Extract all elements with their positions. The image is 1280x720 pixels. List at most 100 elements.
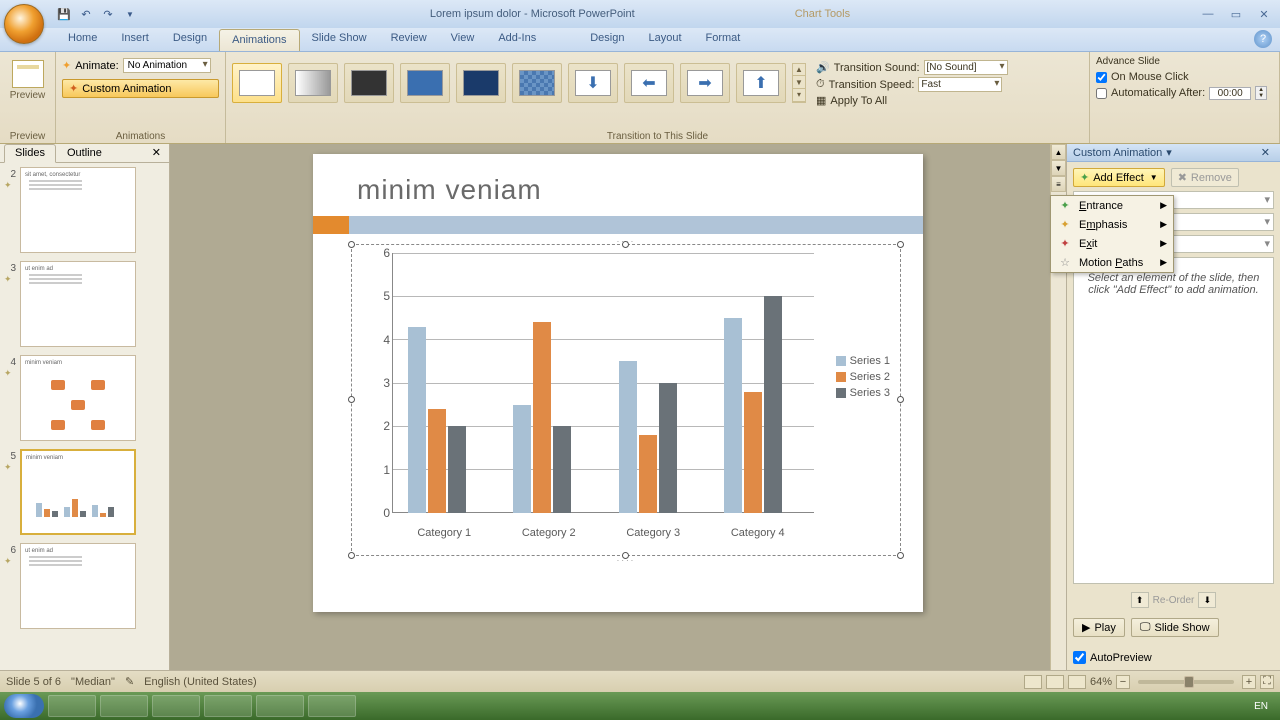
- preview-button[interactable]: [12, 60, 44, 88]
- menu-emphasis[interactable]: ✦Emphasis▶: [1051, 215, 1173, 234]
- resize-handle[interactable]: [348, 396, 355, 403]
- zoom-out-button[interactable]: −: [1116, 675, 1130, 689]
- transition-none[interactable]: [232, 63, 282, 103]
- chart-placeholder[interactable]: ···· ···· 0123456 Category 1Category 2Ca…: [351, 244, 901, 556]
- tab-design[interactable]: Design: [161, 28, 219, 51]
- slide-edit-area: ▲ ▼ ≡ minim veniam ···· ···· 0123456: [170, 144, 1066, 670]
- tab-chart-design[interactable]: Design: [578, 28, 636, 51]
- status-language[interactable]: English (United States): [144, 676, 257, 688]
- window-title: Lorem ipsum dolor - Microsoft PowerPoint…: [430, 8, 850, 20]
- slide-thumbnail[interactable]: 6✦ut enim ad: [4, 543, 165, 629]
- resize-handle[interactable]: [348, 552, 355, 559]
- slide-thumbnail[interactable]: 3✦ut enim ad: [4, 261, 165, 347]
- play-icon: ▶: [1082, 621, 1090, 634]
- spellcheck-icon[interactable]: ✎: [125, 675, 134, 688]
- status-slide-number: Slide 5 of 6: [6, 676, 61, 688]
- dropdown-arrow-icon: ▼: [1150, 173, 1158, 182]
- undo-icon[interactable]: ↶: [78, 6, 94, 22]
- help-icon[interactable]: ?: [1254, 30, 1272, 48]
- transition-cut-black[interactable]: [456, 63, 506, 103]
- tab-chart-format[interactable]: Format: [694, 28, 753, 51]
- resize-handle[interactable]: [897, 396, 904, 403]
- apply-all-icon: ▦: [816, 94, 826, 107]
- tab-view[interactable]: View: [439, 28, 487, 51]
- office-button[interactable]: [4, 4, 44, 44]
- start-button[interactable]: [4, 694, 44, 718]
- qat-dropdown-icon[interactable]: ▼: [122, 6, 138, 22]
- group-animations: ✦ Animate: No Animation ✦ Custom Animati…: [56, 52, 226, 143]
- zoom-slider[interactable]: [1138, 680, 1234, 684]
- transition-sound-dropdown[interactable]: [No Sound]: [924, 60, 1008, 75]
- auto-after-time[interactable]: 00:00: [1209, 87, 1251, 100]
- close-button[interactable]: ✕: [1252, 6, 1276, 22]
- tab-insert[interactable]: Insert: [109, 28, 161, 51]
- slide-thumbnail[interactable]: 4✦minim veniam: [4, 355, 165, 441]
- tab-chart-layout[interactable]: Layout: [636, 28, 693, 51]
- fit-window-button[interactable]: ⛶: [1260, 675, 1274, 689]
- autopreview-checkbox[interactable]: [1073, 651, 1086, 664]
- menu-motion-paths[interactable]: ☆Motion Paths▶: [1051, 253, 1173, 272]
- resize-handle[interactable]: [348, 241, 355, 248]
- maximize-button[interactable]: ▭: [1224, 6, 1248, 22]
- tab-addins[interactable]: Add-Ins: [486, 28, 548, 51]
- slideshow-view-button[interactable]: [1068, 675, 1086, 689]
- reorder-up-button[interactable]: ⬆: [1131, 592, 1149, 608]
- apply-all-button[interactable]: Apply To All: [830, 95, 887, 107]
- transition-speed-dropdown[interactable]: Fast: [918, 77, 1002, 92]
- transition-cut[interactable]: [400, 63, 450, 103]
- resize-handle[interactable]: [897, 241, 904, 248]
- minimize-button[interactable]: —: [1196, 6, 1220, 22]
- normal-view-button[interactable]: [1024, 675, 1042, 689]
- menu-exit[interactable]: ✦Exit▶: [1051, 234, 1173, 253]
- tab-slides[interactable]: Slides: [4, 144, 56, 163]
- slideshow-button[interactable]: 🖵Slide Show: [1131, 618, 1219, 637]
- transition-wipe-down[interactable]: ⬇: [568, 63, 618, 103]
- slide-thumbnail[interactable]: 5✦minim veniam: [4, 449, 165, 535]
- add-effect-menu: ✦Entrance▶ ✦Emphasis▶ ✦Exit▶ ☆Motion Pat…: [1050, 195, 1174, 273]
- transition-fade-black[interactable]: [344, 63, 394, 103]
- taskbar-powerpoint[interactable]: [204, 695, 252, 717]
- animate-dropdown[interactable]: No Animation: [123, 58, 211, 73]
- tab-animations[interactable]: Animations: [219, 29, 299, 51]
- zoom-level[interactable]: 64%: [1090, 676, 1112, 688]
- slide-title[interactable]: minim veniam: [357, 174, 542, 206]
- time-spinner[interactable]: ▲▼: [1255, 86, 1267, 100]
- slide-thumbnail[interactable]: 2✦sit amet, consectetur: [4, 167, 165, 253]
- animation-hint: Select an element of the slide, then cli…: [1073, 257, 1274, 584]
- resize-handle[interactable]: [897, 552, 904, 559]
- sorter-view-button[interactable]: [1046, 675, 1064, 689]
- tab-home[interactable]: Home: [56, 28, 109, 51]
- custom-animation-button[interactable]: ✦ Custom Animation: [62, 79, 219, 98]
- taskbar-media[interactable]: [152, 695, 200, 717]
- save-icon[interactable]: 💾: [56, 6, 72, 22]
- group-advance-slide: Advance Slide On Mouse Click Automatical…: [1090, 52, 1280, 143]
- taskbar-app[interactable]: [256, 695, 304, 717]
- tab-review[interactable]: Review: [379, 28, 439, 51]
- tab-outline[interactable]: Outline: [56, 144, 113, 162]
- redo-icon[interactable]: ↷: [100, 6, 116, 22]
- reorder-down-button[interactable]: ⬇: [1198, 592, 1216, 608]
- taskbar-explorer[interactable]: [100, 695, 148, 717]
- taskpane-dropdown-icon[interactable]: ▾: [1162, 146, 1176, 159]
- ribbon-tabs: Home Insert Design Animations Slide Show…: [0, 28, 1280, 52]
- tab-slideshow[interactable]: Slide Show: [300, 28, 379, 51]
- taskbar-app2[interactable]: [308, 695, 356, 717]
- zoom-in-button[interactable]: +: [1242, 675, 1256, 689]
- transition-wipe-up[interactable]: ⬆: [736, 63, 786, 103]
- remove-effect-button[interactable]: ✖ Remove: [1171, 168, 1239, 187]
- on-mouse-click-checkbox[interactable]: [1096, 72, 1107, 83]
- transition-gallery-more[interactable]: ▲▼▾: [792, 63, 806, 103]
- taskbar-ie[interactable]: [48, 695, 96, 717]
- play-button[interactable]: ▶Play: [1073, 618, 1125, 637]
- auto-after-checkbox[interactable]: [1096, 88, 1107, 99]
- transition-dissolve[interactable]: [512, 63, 562, 103]
- slide-panel-close[interactable]: ✕: [148, 144, 165, 162]
- add-effect-button[interactable]: ✦ Add Effect ▼ ✦Entrance▶ ✦Emphasis▶ ✦Ex…: [1073, 168, 1165, 187]
- menu-entrance[interactable]: ✦Entrance▶: [1051, 196, 1173, 215]
- taskpane-close-icon[interactable]: ✕: [1257, 146, 1274, 159]
- tray-lang[interactable]: EN: [1254, 701, 1268, 712]
- transition-wipe-left[interactable]: ⬅: [624, 63, 674, 103]
- slide-canvas[interactable]: minim veniam ···· ···· 0123456 Ca: [313, 154, 923, 612]
- transition-wipe-right[interactable]: ➡: [680, 63, 730, 103]
- transition-fade[interactable]: [288, 63, 338, 103]
